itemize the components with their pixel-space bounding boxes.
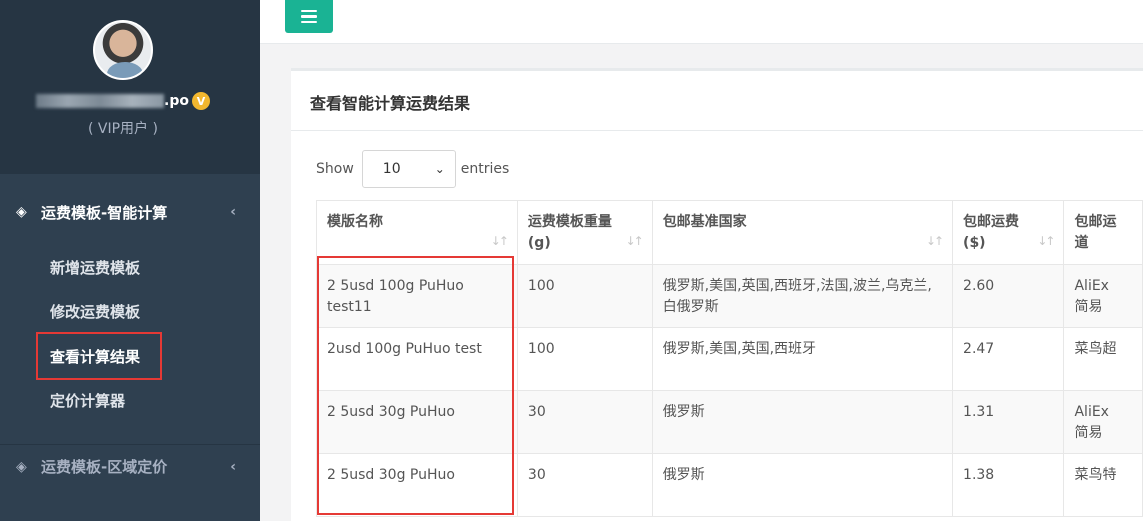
blurred-username <box>36 94 164 108</box>
sort-icon: ↓↑ <box>1037 234 1055 248</box>
vip-label: ( VIP用户 ) <box>88 121 158 137</box>
menu-group-region-pricing[interactable]: ◈ 运费模板-区域定价 ‹ <box>0 444 260 488</box>
cell-channel: AliEx 简易 <box>1063 390 1143 454</box>
entries-select[interactable]: 10 ⌄ <box>361 150 456 188</box>
chevron-left-icon: ‹ <box>230 458 236 475</box>
cell-fee: 2.47 <box>952 327 1065 391</box>
username-suffix: .po <box>164 93 189 109</box>
profile-section: .po V ( VIP用户 ) <box>0 0 260 174</box>
column-header-channel[interactable]: 包邮运 道 <box>1063 200 1143 265</box>
cell-countries: 俄罗斯,美国,英国,西班牙,法国,波兰,乌克兰,白俄罗斯 <box>651 264 954 328</box>
cell-template-name: 2 5usd 30g PuHuo <box>316 390 518 454</box>
hamburger-icon[interactable] <box>285 0 333 33</box>
sidebar-item-pricing-calculator[interactable]: 定价计算器 <box>50 388 125 412</box>
show-label: Show <box>316 161 354 177</box>
menu-group-smart-calc[interactable]: ◈ 运费模板-智能计算 ‹ <box>0 190 260 234</box>
results-panel: 查看智能计算运费结果 Show 10 ⌄ entries 模版名称 ↓↑ 运费模… <box>291 68 1143 521</box>
column-header-countries[interactable]: 包邮基准国家 ↓↑ <box>651 200 954 265</box>
cell-weight: 30 <box>516 453 653 517</box>
sidebar-item-edit-template[interactable]: 修改运费模板 <box>50 299 140 323</box>
table-header-row: 模版名称 ↓↑ 运费模板重量 (g) ↓↑ 包邮基准国家 ↓↑ 包邮运费 ($)… <box>316 200 1143 265</box>
highlight-box <box>36 332 162 380</box>
length-control: Show 10 ⌄ entries <box>316 150 509 188</box>
diamond-icon: ◈ <box>16 458 27 475</box>
cell-weight: 30 <box>516 390 653 454</box>
cell-countries: 俄罗斯,美国,英国,西班牙 <box>651 327 954 391</box>
table-row[interactable]: 2 5usd 30g PuHuo 30 俄罗斯 1.31 AliEx 简易 <box>316 390 1143 454</box>
sidebar-item-new-template[interactable]: 新增运费模板 <box>50 255 140 279</box>
cell-template-name: 2 5usd 100g PuHuo test11 <box>316 264 518 328</box>
table-row[interactable]: 2 5usd 100g PuHuo test11 100 俄罗斯,美国,英国,西… <box>316 264 1143 328</box>
menu-group-label: 运费模板-智能计算 <box>41 203 168 222</box>
chevron-down-icon: ⌄ <box>434 162 445 176</box>
cell-weight: 100 <box>516 327 653 391</box>
entries-select-value: 10 <box>382 161 401 177</box>
diamond-icon: ◈ <box>16 204 27 220</box>
cell-countries: 俄罗斯 <box>651 390 954 454</box>
results-table: 模版名称 ↓↑ 运费模板重量 (g) ↓↑ 包邮基准国家 ↓↑ 包邮运费 ($)… <box>316 200 1143 517</box>
column-header-weight[interactable]: 运费模板重量 (g) ↓↑ <box>516 200 653 265</box>
cell-template-name: 2 5usd 30g PuHuo <box>316 453 518 517</box>
cell-fee: 1.31 <box>952 390 1065 454</box>
cell-fee: 1.38 <box>952 453 1065 517</box>
avatar[interactable] <box>93 20 153 80</box>
table-row[interactable]: 2 5usd 30g PuHuo 30 俄罗斯 1.38 菜鸟特 <box>316 453 1143 517</box>
sort-icon: ↓↑ <box>490 234 509 248</box>
cell-weight: 100 <box>516 264 653 328</box>
username-row: .po V <box>36 92 210 110</box>
column-header-fee[interactable]: 包邮运费 ($) ↓↑ <box>952 200 1065 265</box>
panel-title: 查看智能计算运费结果 <box>310 94 471 113</box>
table-row[interactable]: 2usd 100g PuHuo test 100 俄罗斯,美国,英国,西班牙 2… <box>316 327 1143 391</box>
divider <box>291 130 1143 131</box>
cell-channel: 菜鸟超 <box>1063 327 1143 391</box>
column-header-template-name[interactable]: 模版名称 ↓↑ <box>316 200 518 265</box>
cell-fee: 2.60 <box>952 264 1065 328</box>
menu-group-label: 运费模板-区域定价 <box>41 458 168 476</box>
top-navbar <box>260 0 1143 44</box>
entries-label: entries <box>460 161 510 177</box>
cell-template-name: 2usd 100g PuHuo test <box>316 327 518 391</box>
cell-channel: 菜鸟特 <box>1063 453 1143 517</box>
chevron-left-icon: ‹ <box>230 204 236 220</box>
sidebar: .po V ( VIP用户 ) ◈ 运费模板-智能计算 ‹ 新增运费模板 修改运… <box>0 0 260 521</box>
sort-icon: ↓↑ <box>625 234 644 248</box>
vip-badge-icon: V <box>191 92 210 110</box>
sort-icon: ↓↑ <box>925 234 944 248</box>
cell-channel: AliEx 简易 <box>1063 264 1143 328</box>
cell-countries: 俄罗斯 <box>651 453 954 517</box>
